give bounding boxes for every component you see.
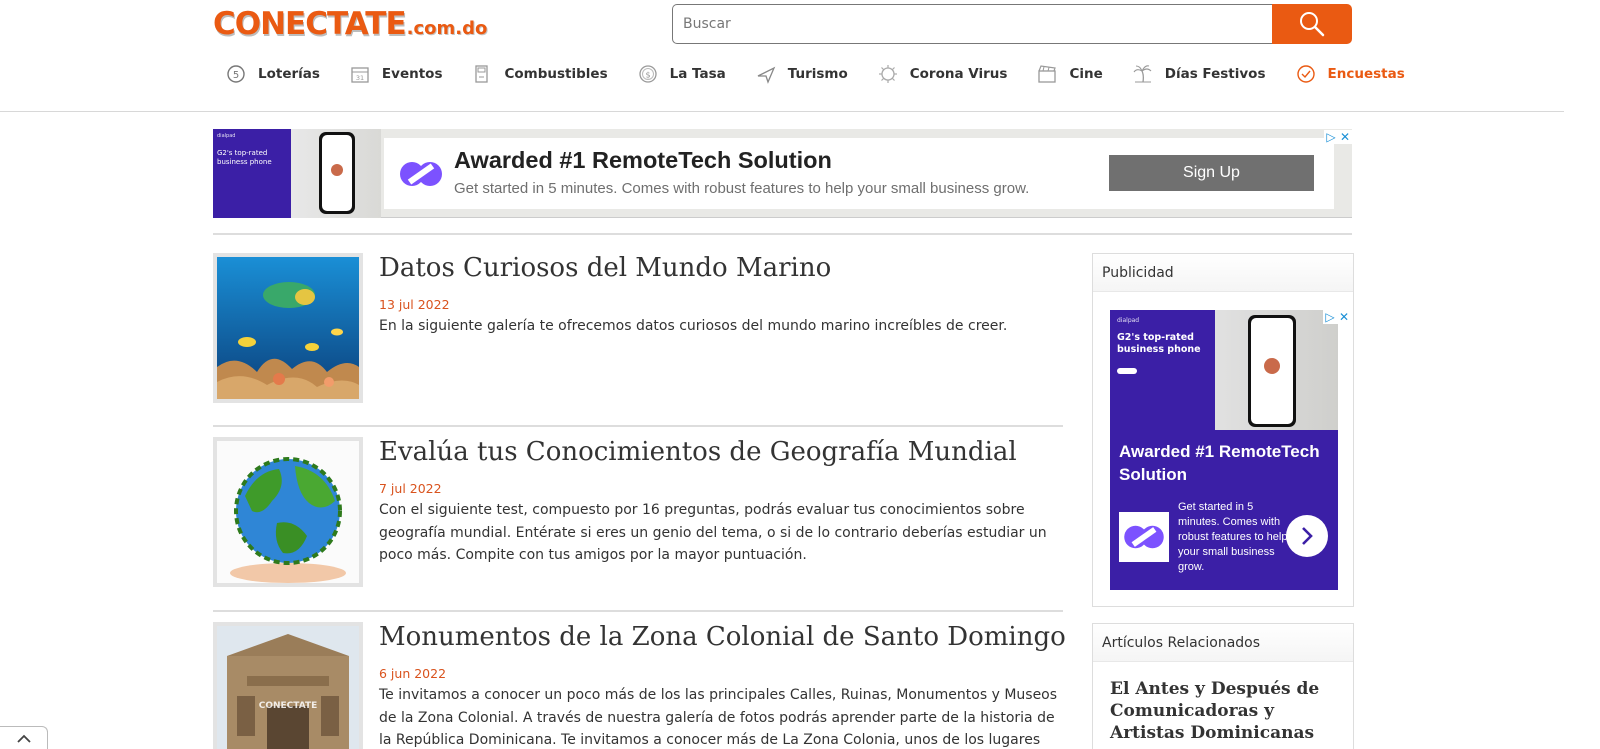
article-item: Datos Curiosos del Mundo Marino 13 jul 2… <box>213 253 1063 413</box>
article-thumbnail[interactable] <box>213 437 363 587</box>
svg-text:CONECTATE: CONECTATE <box>259 701 318 711</box>
dialpad-logo-icon <box>398 157 444 195</box>
nav-item-la-tasa[interactable]: $ La Tasa <box>638 64 726 84</box>
search-icon <box>1300 12 1325 37</box>
nav-item-corona-virus[interactable]: Corona Virus <box>878 64 1008 84</box>
search-button[interactable] <box>1272 4 1352 44</box>
ad-description: Get started in 5 minutes. Comes with rob… <box>1178 501 1288 573</box>
article-thumbnail[interactable]: CONECTATE <box>213 622 363 749</box>
dollar-coin-icon: $ <box>638 64 658 84</box>
nav-item-dias-festivos[interactable]: Días Festivos <box>1133 64 1266 84</box>
nav-item-eventos[interactable]: 31 Eventos <box>350 64 443 84</box>
ad-phone-image <box>291 129 381 218</box>
nav-label: Turismo <box>787 66 848 82</box>
main-nav: 5 Loterías 31 Eventos Combustibles $ La … <box>226 62 1405 86</box>
close-icon[interactable]: ✕ <box>1337 310 1351 324</box>
sidebar-box-title: Artículos Relacionados <box>1093 624 1353 662</box>
sidebar-box-title: Publicidad <box>1093 254 1353 292</box>
article-date: 7 jul 2022 <box>379 481 442 496</box>
nav-label: La Tasa <box>669 66 726 82</box>
svg-text:31: 31 <box>356 74 364 82</box>
ad-signup-button[interactable]: Sign Up <box>1109 155 1314 191</box>
check-circle-icon <box>1296 64 1316 84</box>
article-summary: Con el siguiente test, compuesto por 16 … <box>379 502 1047 563</box>
ad-headline: Awarded #1 RemoteTech Solution <box>454 147 832 173</box>
nav-label: Encuestas <box>1327 66 1405 82</box>
divider <box>213 610 1063 612</box>
article-summary: En la siguiente galería te ofrecemos dat… <box>379 318 1008 334</box>
ad-small-headline: G2's top-rated business phone <box>1117 332 1201 355</box>
site-header: CONECTATE .com.do 5 Loterías 31 Eventos <box>0 0 1564 112</box>
close-icon[interactable]: ✕ <box>1338 130 1352 144</box>
nav-label: Eventos <box>381 66 443 82</box>
adchoices-controls: ▷ ✕ <box>1323 310 1351 324</box>
ad-brand: dialpad <box>217 133 236 139</box>
site-logo[interactable]: CONECTATE .com.do <box>213 6 487 44</box>
scroll-to-top-button[interactable] <box>0 726 48 749</box>
svg-text:$: $ <box>645 71 650 80</box>
article-date: 13 jul 2022 <box>379 297 450 312</box>
ad-phone-image <box>1215 310 1338 430</box>
search-bar <box>672 4 1352 44</box>
article-title[interactable]: Datos Curiosos del Mundo Marino <box>379 253 831 283</box>
article-title[interactable]: Evalúa tus Conocimientos de Geografía Mu… <box>379 437 1017 467</box>
calendar-icon: 31 <box>350 64 370 84</box>
svg-text:5: 5 <box>233 70 239 81</box>
adchoices-icon[interactable]: ▷ <box>1324 130 1338 144</box>
sea-life-image <box>217 257 359 399</box>
nav-item-encuestas[interactable]: Encuestas <box>1296 64 1405 84</box>
top-banner-ad[interactable]: dialpad G2's top-rated business phone Aw… <box>213 129 1352 218</box>
nav-label: Corona Virus <box>909 66 1008 82</box>
nav-label: Días Festivos <box>1164 66 1266 82</box>
article-thumbnail[interactable] <box>213 253 363 403</box>
palm-tree-icon <box>1133 64 1153 84</box>
virus-icon <box>878 64 898 84</box>
nav-label: Loterías <box>258 66 320 82</box>
nav-item-loterias[interactable]: 5 Loterías <box>226 64 320 84</box>
clapperboard-icon <box>1037 64 1057 84</box>
nav-label: Cine <box>1069 66 1103 82</box>
related-articles-box: Artículos Relacionados El Antes y Despué… <box>1092 623 1354 749</box>
ad-subtext: Get started in 5 minutes. Comes with rob… <box>454 180 1030 197</box>
ad-content: Awarded #1 RemoteTech Solution Get start… <box>384 138 1334 209</box>
logo-main-text: CONECTATE <box>213 6 407 42</box>
fuel-icon <box>472 64 492 84</box>
lottery-coin-icon: 5 <box>226 64 246 84</box>
ad-brand: dialpad <box>1117 317 1140 324</box>
adchoices-controls: ▷ ✕ <box>1324 130 1352 144</box>
chevron-right-icon[interactable] <box>1286 515 1328 557</box>
cathedral-image: CONECTATE <box>217 626 359 749</box>
nav-item-combustibles[interactable]: Combustibles <box>472 64 608 84</box>
chevron-up-icon <box>16 734 31 743</box>
ad-left-text: G2's top-rated business phone <box>217 149 272 166</box>
related-article-link[interactable]: El Antes y Después de Comunicadoras y Ar… <box>1110 678 1340 744</box>
sidebar-ad[interactable]: dialpad G2's top-rated business phone Aw… <box>1110 310 1338 590</box>
adchoices-icon[interactable]: ▷ <box>1323 310 1337 324</box>
article-summary: Te invitamos a conocer un poco más de lo… <box>379 687 1058 748</box>
airplane-icon <box>756 64 776 84</box>
article-item: Evalúa tus Conocimientos de Geografía Mu… <box>213 437 1063 597</box>
nav-item-cine[interactable]: Cine <box>1037 64 1103 84</box>
dialpad-logo-icon <box>1119 512 1169 562</box>
search-input[interactable] <box>672 4 1272 44</box>
article-date: 6 jun 2022 <box>379 666 447 681</box>
divider <box>213 425 1063 427</box>
ad-headline: Awarded #1 RemoteTech Solution <box>1119 442 1320 484</box>
article-item: CONECTATE Monumentos de la Zona Colonial… <box>213 622 1066 749</box>
nav-item-turismo[interactable]: Turismo <box>756 64 848 84</box>
ad-left-panel: dialpad G2's top-rated business phone <box>213 129 291 218</box>
green-globe-image <box>217 441 359 583</box>
divider <box>213 233 1352 235</box>
ad-small-button <box>1117 368 1137 374</box>
nav-label: Combustibles <box>504 66 608 82</box>
article-title[interactable]: Monumentos de la Zona Colonial de Santo … <box>379 622 1066 652</box>
logo-domain-text: .com.do <box>406 18 488 39</box>
sidebar-ad-box: Publicidad dialpad G2's top-rated busine… <box>1092 253 1354 607</box>
